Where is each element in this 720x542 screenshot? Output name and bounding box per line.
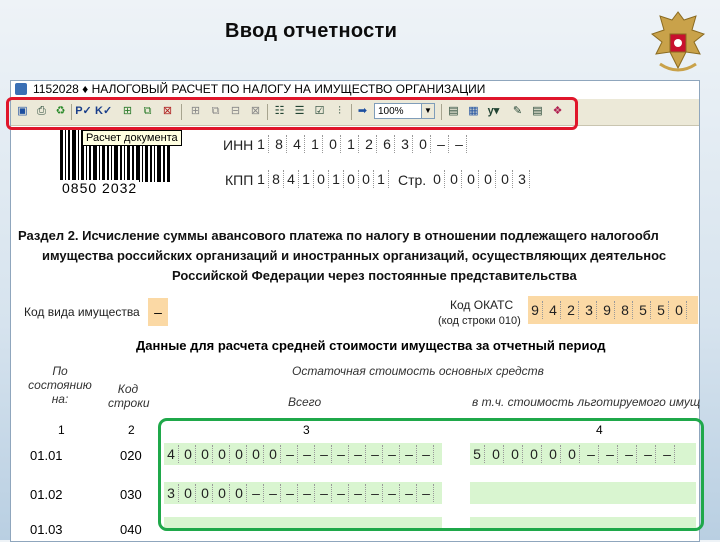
kpp-field[interactable]: 184101001 — [254, 170, 394, 190]
digit-cell: 0 — [672, 301, 687, 319]
col-number-2: 2 — [128, 423, 135, 437]
row-1-date: 01.01 — [30, 448, 63, 463]
inn-field[interactable]: 1 8 4 1 0 1 2 6 3 0– – — [254, 135, 494, 155]
digit-cell: 0 — [359, 170, 374, 188]
row-2-date: 01.02 — [30, 487, 63, 502]
okato-label: Код ОКАТС — [450, 298, 514, 312]
row-2-code: 030 — [120, 487, 142, 502]
digit-cell: – — [452, 135, 467, 153]
page-field[interactable]: 000003 — [430, 170, 530, 190]
digit-cell: 1 — [329, 170, 344, 188]
digit-cell: 5 — [654, 301, 669, 319]
okato-sublabel: (код строки 010) — [438, 315, 521, 327]
col2-header: Код строки — [108, 382, 150, 410]
digit-cell: 2 — [564, 301, 579, 319]
table-title: Данные для расчета средней стоимости иму… — [136, 338, 606, 353]
kpp-label: КПП — [225, 172, 254, 188]
digit-cell: 0 — [314, 170, 329, 188]
digit-cell: 1 — [344, 135, 359, 153]
digit-cell: 1 — [254, 135, 269, 153]
property-kind-label: Код вида имущества — [24, 305, 140, 319]
slide-title: Ввод отчетности — [225, 20, 398, 42]
section-line-1: Раздел 2. Исчисление суммы авансового пл… — [18, 228, 659, 243]
digit-cell: 8 — [269, 170, 284, 188]
toolbar-highlight — [6, 97, 578, 130]
property-kind-field[interactable]: – — [148, 298, 168, 326]
digit-cell: 1 — [308, 135, 323, 153]
barcode-number: 0850 2032 — [60, 180, 140, 196]
col1-header: По состоянию на: — [28, 364, 92, 406]
group-header: Остаточная стоимость основных средств — [292, 364, 544, 378]
inn-label: ИНН — [223, 137, 254, 153]
table-highlight — [158, 418, 704, 531]
digit-cell: 3 — [582, 301, 597, 319]
digit-cell: 1 — [374, 170, 389, 188]
row-3-code: 040 — [120, 522, 142, 537]
tooltip: Расчет документа — [82, 130, 182, 146]
app-icon — [15, 83, 27, 95]
digit-cell: 9 — [600, 301, 615, 319]
col3-header: Всего — [288, 395, 322, 409]
page-label: Стр. — [398, 172, 427, 188]
okato-field[interactable]: 942398550 — [528, 296, 698, 324]
digit-cell: 1 — [254, 170, 269, 188]
digit-cell: 8 — [618, 301, 633, 319]
digit-cell: 4 — [284, 170, 299, 188]
row-3-date: 01.03 — [30, 522, 63, 537]
window-title: 1152028 ♦ НАЛОГОВЫЙ РАСЧЕТ ПО НАЛОГУ НА … — [33, 82, 486, 96]
section-line-3: Российской Федерации через постоянные пр… — [172, 268, 577, 283]
section-heading: Раздел 2. Исчисление суммы авансового пл… — [18, 226, 698, 286]
digit-cell: 4 — [546, 301, 561, 319]
digit-cell: 4 — [290, 135, 305, 153]
digit-cell: 0 — [481, 170, 496, 188]
digit-cell: 9 — [528, 301, 543, 319]
digit-cell: – — [434, 135, 449, 153]
emblem-icon — [650, 11, 706, 72]
digit-cell: 0 — [416, 135, 431, 153]
digit-cell: 0 — [447, 170, 462, 188]
digit-cell: 3 — [398, 135, 413, 153]
digit-cell: 0 — [326, 135, 341, 153]
digit-cell: 0 — [344, 170, 359, 188]
digit-cell: 0 — [464, 170, 479, 188]
window-titlebar: 1152028 ♦ НАЛОГОВЫЙ РАСЧЕТ ПО НАЛОГУ НА … — [11, 81, 699, 97]
digit-cell: 0 — [430, 170, 445, 188]
section-line-2: имущества российских организаций и иност… — [42, 248, 667, 263]
digit-cell: 2 — [362, 135, 377, 153]
col-number-1: 1 — [58, 423, 65, 437]
digit-cell: 1 — [299, 170, 314, 188]
digit-cell: 8 — [272, 135, 287, 153]
digit-cell: 6 — [380, 135, 395, 153]
row-1-code: 020 — [120, 448, 142, 463]
digit-cell: 0 — [498, 170, 513, 188]
digit-cell: 5 — [636, 301, 651, 319]
digit-cell: 3 — [515, 170, 530, 188]
col4-header: в т.ч. стоимость льготируемого имущ — [472, 395, 701, 409]
